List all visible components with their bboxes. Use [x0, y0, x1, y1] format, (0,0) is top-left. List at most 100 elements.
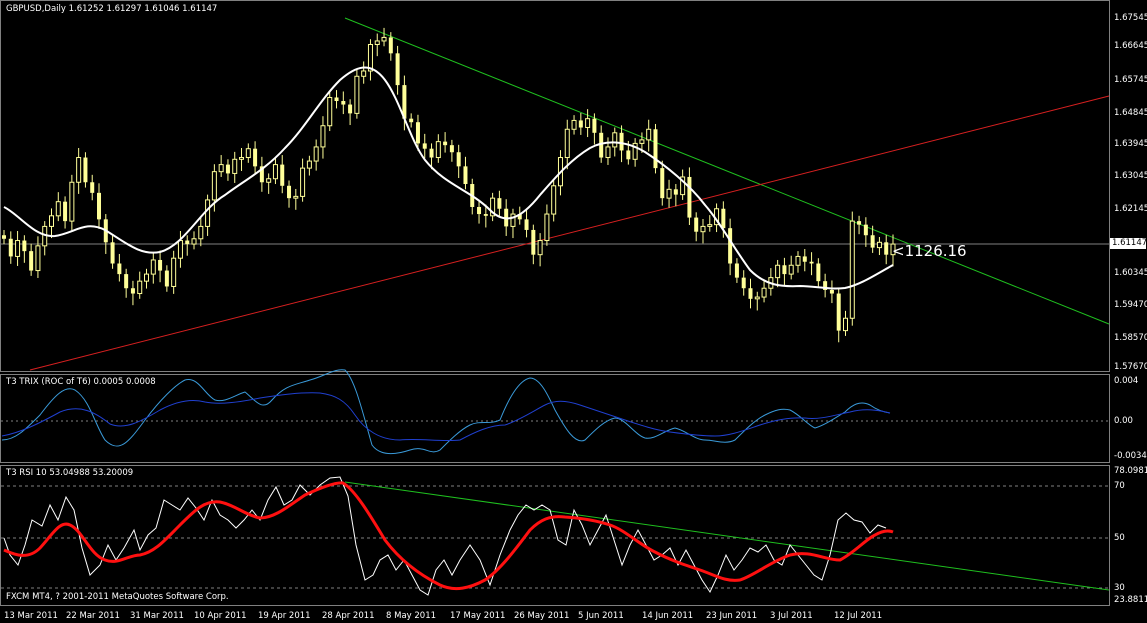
- candle-body: [653, 129, 658, 169]
- rsi-indicator-title: T3 RSI 10 53.04988 53.20009: [6, 468, 134, 478]
- candle: [829, 280, 834, 304]
- candle: [531, 224, 536, 265]
- time-axis-label: 22 Mar 2011: [66, 611, 120, 621]
- rsi-downtrend-line[interactable]: [344, 481, 1110, 591]
- candle-body: [76, 157, 82, 183]
- candle: [253, 141, 258, 174]
- time-axis-label: 17 May 2011: [450, 611, 506, 621]
- candle-body: [110, 242, 115, 264]
- candle-body: [287, 185, 292, 199]
- candle: [334, 90, 339, 109]
- trix-indicator-title: T3 TRIX (ROC of T6) 0.0005 0.0008: [6, 377, 156, 387]
- price-axis-label: 1.67545: [1114, 13, 1147, 23]
- price-axis-label: 1.63945: [1114, 139, 1147, 149]
- candle-body: [388, 37, 393, 54]
- candle-body: [15, 240, 21, 257]
- candle: [83, 152, 88, 188]
- candle-body: [592, 118, 597, 133]
- candle: [367, 39, 373, 81]
- candle: [857, 215, 862, 235]
- candle-body: [22, 240, 27, 252]
- time-axis-label: 12 Jul 2011: [834, 611, 883, 621]
- candle: [76, 147, 82, 194]
- candle-body: [673, 189, 678, 195]
- candle: [646, 119, 652, 152]
- candle: [117, 253, 122, 282]
- candle: [409, 113, 414, 128]
- candle-body: [280, 164, 285, 186]
- candle: [293, 188, 299, 210]
- candle-body: [626, 150, 631, 160]
- candle-body: [754, 296, 760, 300]
- candle-body: [544, 213, 550, 242]
- candle-body: [537, 240, 543, 256]
- time-axis-label: 13 Mar 2011: [4, 611, 58, 621]
- candle-body: [884, 242, 889, 255]
- pane-borders: [0, 0, 1110, 606]
- candle-body: [599, 132, 604, 158]
- candle: [205, 194, 211, 236]
- time-axis-label: 8 May 2011: [386, 611, 437, 621]
- candle-body: [551, 185, 557, 215]
- price-axis-label: 1.64845: [1114, 108, 1147, 118]
- candle: [158, 250, 163, 283]
- candle: [341, 91, 346, 115]
- candle: [374, 33, 380, 57]
- candle-body: [150, 259, 156, 275]
- candle: [741, 270, 746, 296]
- price-axis-label: 1.59470: [1114, 300, 1147, 310]
- candle-body: [660, 168, 665, 199]
- rsi-axis-label: 50: [1114, 533, 1125, 543]
- rsi-axis-label: 70: [1114, 481, 1125, 491]
- candle-body: [300, 167, 306, 197]
- candle: [449, 139, 454, 162]
- price-downtrend-line[interactable]: [344, 17, 1110, 325]
- candle: [348, 99, 353, 126]
- candle-body: [8, 238, 13, 257]
- candle-body: [463, 166, 468, 185]
- price-axis-label: 1.63045: [1114, 171, 1147, 181]
- candle-body: [809, 261, 814, 264]
- candle: [177, 231, 183, 268]
- candle: [185, 235, 190, 256]
- candle: [300, 158, 306, 202]
- candle-body: [55, 201, 61, 217]
- candle-body: [483, 214, 488, 216]
- candle: [497, 190, 502, 217]
- mt4-chart-window[interactable]: GBPUSD,Daily 1.61252 1.61297 1.61046 1.6…: [0, 0, 1147, 623]
- candle-body: [510, 213, 516, 227]
- candle-body: [782, 265, 787, 275]
- candle-body: [185, 240, 190, 245]
- candle-body: [836, 293, 841, 331]
- chart-canvas[interactable]: [0, 0, 1147, 623]
- candle-body: [422, 143, 427, 149]
- candle-body: [694, 217, 699, 232]
- candle: [8, 231, 13, 264]
- time-axis-label: 28 Apr 2011: [322, 611, 375, 621]
- candle-body: [842, 317, 848, 332]
- candle: [788, 255, 794, 280]
- candle: [456, 144, 461, 179]
- candle-body: [90, 182, 95, 193]
- candle: [29, 243, 34, 276]
- candle-body: [728, 228, 733, 264]
- candle: [137, 271, 143, 299]
- candle-body: [849, 220, 855, 319]
- price-axis-label: 1.60345: [1114, 268, 1147, 278]
- rsi-axis-label: 78.0981: [1114, 466, 1147, 476]
- candle: [287, 180, 292, 208]
- rsi-smooth-line: [3, 481, 894, 591]
- trix-axis-label: 0.004: [1114, 376, 1139, 386]
- candle-body: [707, 224, 713, 227]
- candle: [239, 147, 245, 171]
- candle-body: [272, 164, 278, 180]
- rsi-axis-label: 23.8811: [1114, 595, 1147, 605]
- candle: [354, 68, 360, 119]
- candle-body: [666, 188, 672, 199]
- candle: [171, 250, 177, 294]
- candle: [775, 259, 781, 288]
- candle: [35, 236, 41, 278]
- candle-body: [211, 171, 217, 201]
- candle: [245, 143, 251, 163]
- candle-body: [524, 219, 529, 230]
